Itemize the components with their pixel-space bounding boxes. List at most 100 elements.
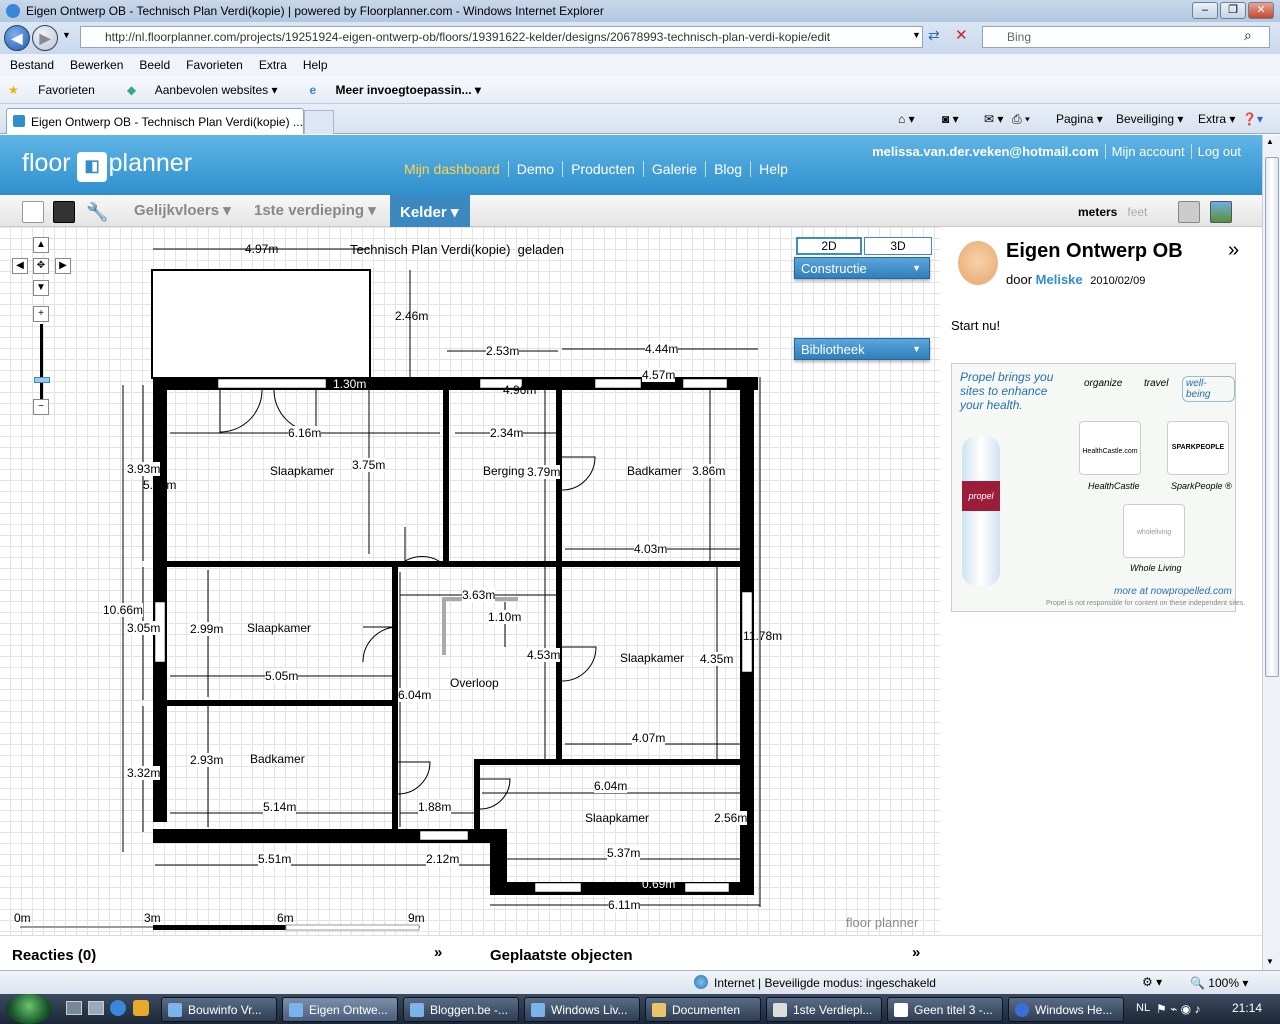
menu-beeld[interactable]: Beeld <box>139 58 170 72</box>
scroll-down-icon[interactable]: ▼ <box>1266 957 1274 966</box>
unit-meters[interactable]: meters <box>1078 205 1117 219</box>
taskbar-item[interactable]: Windows He... <box>1008 997 1124 1022</box>
history-dropdown-icon[interactable]: ▼ <box>62 30 71 40</box>
constructie-dropdown[interactable]: Constructie ▼ <box>794 257 930 279</box>
pan-down-icon[interactable]: ▼ <box>33 280 49 296</box>
minimize-button[interactable]: – <box>1192 2 1218 19</box>
pan-left-icon[interactable]: ◀ <box>12 258 28 274</box>
taskbar-item[interactable]: Eigen Ontwe... <box>282 997 398 1022</box>
scroll-up-icon[interactable]: ▲ <box>1266 137 1274 146</box>
my-account-link[interactable]: Mijn account <box>1106 144 1192 159</box>
zoom-level[interactable]: 🔍 100% ▾ <box>1190 976 1248 990</box>
ad-tab-travel[interactable]: travel <box>1144 378 1168 389</box>
menu-bewerken[interactable]: Bewerken <box>70 58 123 72</box>
more-addons-link[interactable]: e Meer invoegtoepassin... ▾ <box>309 83 496 97</box>
reacties-header[interactable]: Reacties (0) <box>12 947 96 964</box>
beveiliging-menu[interactable]: Beveiliging ▾ <box>1116 112 1183 126</box>
taskbar-item[interactable]: Documenten <box>645 997 761 1022</box>
ad-tab-organize[interactable]: organize <box>1084 378 1122 389</box>
ad-tab-well-being[interactable]: well-being <box>1182 376 1235 402</box>
search-input[interactable]: Bing <box>982 26 1270 48</box>
address-bar[interactable]: http://nl.floorplanner.com/projects/1925… <box>80 26 923 48</box>
unit-feet[interactable]: feet <box>1127 205 1147 219</box>
floor-tab-gelijkvloers[interactable]: Gelijkvloers ▾ <box>134 201 231 219</box>
collapse-sidebar-icon[interactable]: » <box>1228 239 1239 262</box>
sparkpeople-logo[interactable]: SPARKPEOPLE <box>1167 421 1229 475</box>
export-image-icon[interactable] <box>1210 201 1232 223</box>
page-scrollbar[interactable]: ▲ ▼ <box>1262 135 1280 970</box>
search-icon[interactable]: ⌕ <box>1244 27 1252 44</box>
switch-windows-icon[interactable] <box>88 1001 104 1015</box>
bibliotheek-dropdown[interactable]: Bibliotheek ▼ <box>794 338 930 360</box>
security-zone[interactable]: Internet | Beveiligde modus: ingeschakel… <box>714 976 936 990</box>
new-document-icon[interactable] <box>22 201 44 223</box>
floorplanner-logo[interactable]: floor planner <box>22 149 192 178</box>
pagina-menu[interactable]: Pagina ▾ <box>1056 112 1103 126</box>
propel-advertisement[interactable]: Propel brings you sites to enhance your … <box>951 363 1245 612</box>
start-button[interactable] <box>6 994 52 1024</box>
forward-icon[interactable]: ▶ <box>32 25 58 51</box>
taskbar-item[interactable]: 1ste Verdiepi... <box>766 997 882 1022</box>
zoom-slider[interactable] <box>40 324 43 400</box>
home-icon[interactable]: ⌂ ▾ <box>898 112 915 126</box>
language-indicator[interactable]: NL <box>1136 1002 1150 1014</box>
zoom-out-icon[interactable]: − <box>33 399 49 415</box>
extra-menu[interactable]: Extra ▾ <box>1198 112 1235 126</box>
room-label[interactable]: Slaapkamer <box>585 811 649 825</box>
menu-help[interactable]: Help <box>303 58 328 72</box>
nav-dashboard[interactable]: Mijn dashboard <box>404 161 509 177</box>
nav-demo[interactable]: Demo <box>509 161 564 177</box>
clock[interactable]: 21:14 <box>1232 1001 1262 1015</box>
menu-extra[interactable]: Extra <box>259 58 287 72</box>
author-link[interactable]: Meliske <box>1036 272 1083 287</box>
favorites-button[interactable]: ★ Favorieten <box>8 83 111 97</box>
ie-quicklaunch-icon[interactable] <box>110 1000 126 1016</box>
whole-living-logo[interactable]: wholeliving <box>1123 504 1185 558</box>
room-label[interactable]: Slaapkamer <box>620 651 684 665</box>
room-label[interactable]: Berging <box>483 464 524 478</box>
nav-help[interactable]: Help <box>751 161 796 177</box>
expand-reacties-icon[interactable]: » <box>434 944 442 961</box>
taskbar-item[interactable]: Windows Liv... <box>524 997 640 1022</box>
room-label[interactable]: Slaapkamer <box>247 621 311 635</box>
tab-floorplanner[interactable]: Eigen Ontwerp OB - Technisch Plan Verdi(… <box>6 108 304 134</box>
address-dropdown-icon[interactable]: ▼ <box>912 30 921 40</box>
healthcastle-logo[interactable]: HealthCastle.com <box>1079 421 1141 475</box>
floor-tab-1ste-verdieping[interactable]: 1ste verdieping ▾ <box>254 201 376 219</box>
recommended-sites-link[interactable]: ◆ Aanbevolen websites ▾ <box>127 83 294 97</box>
nav-galerie[interactable]: Galerie <box>644 161 707 177</box>
save-icon[interactable] <box>53 201 75 223</box>
plan-canvas[interactable]: Technisch Plan Verdi(kopie) geladen Slaa… <box>0 227 940 935</box>
expand-objecten-icon[interactable]: » <box>912 944 920 961</box>
help-icon[interactable]: ❓▾ <box>1242 112 1263 126</box>
tray-icons[interactable]: ⚑ ⌁ ◉ ♪ <box>1156 1002 1200 1016</box>
print-plan-icon[interactable] <box>1178 201 1200 223</box>
taskbar-item[interactable]: Bouwinfo Vr... <box>161 997 277 1022</box>
account-email[interactable]: melissa.van.der.veken@hotmail.com <box>866 144 1106 159</box>
menu-favorieten[interactable]: Favorieten <box>186 58 243 72</box>
view-2d-button[interactable]: 2D <box>796 237 862 255</box>
close-button[interactable]: ✕ <box>1248 2 1274 19</box>
room-label[interactable]: Slaapkamer <box>270 464 334 478</box>
floor-tab-kelder[interactable]: Kelder ▾ <box>390 195 470 227</box>
scrollbar-thumb[interactable] <box>1265 157 1279 677</box>
pan-right-icon[interactable]: ▶ <box>55 258 71 274</box>
zoom-slider-handle[interactable] <box>34 377 50 383</box>
media-player-icon[interactable] <box>133 1000 149 1016</box>
refresh-icon[interactable]: ⇄ <box>928 27 940 44</box>
geplaatste-objecten-header[interactable]: Geplaatste objecten <box>490 947 633 964</box>
room-label[interactable]: Overloop <box>450 676 499 690</box>
nav-producten[interactable]: Producten <box>563 161 644 177</box>
room-label[interactable]: Badkamer <box>627 464 682 478</box>
menu-bestand[interactable]: Bestand <box>10 58 54 72</box>
taskbar-item[interactable]: Geen titel 3 -... <box>887 997 1003 1022</box>
new-tab-button[interactable] <box>304 110 334 134</box>
show-desktop-icon[interactable] <box>66 1001 82 1015</box>
rss-icon[interactable]: ◙ ▾ <box>942 112 959 126</box>
print-icon[interactable]: ⎙ ▾ <box>1012 112 1030 127</box>
room-label[interactable]: Badkamer <box>250 752 305 766</box>
ad-more-link[interactable]: more at nowpropelled.com <box>1114 586 1232 597</box>
nav-blog[interactable]: Blog <box>706 161 752 177</box>
stop-icon[interactable]: ✕ <box>955 26 968 44</box>
pan-center-icon[interactable]: ✥ <box>33 258 49 274</box>
